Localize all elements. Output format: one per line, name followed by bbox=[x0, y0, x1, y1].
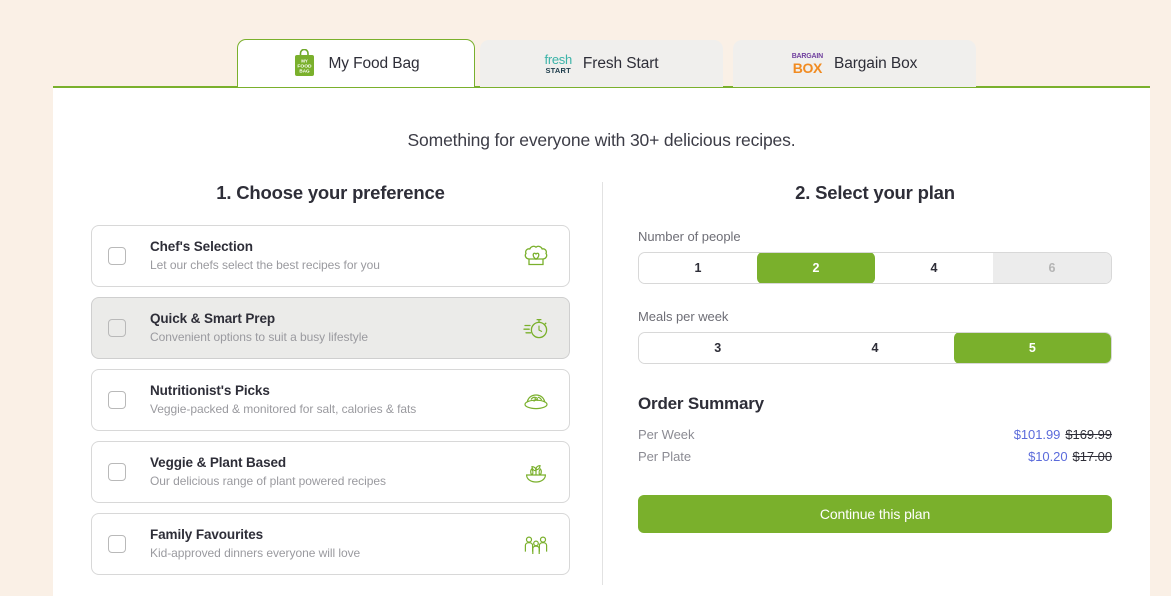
main-panel: Something for everyone with 30+ deliciou… bbox=[53, 86, 1150, 596]
preference-card-family-favourites[interactable]: Family Favourites Kid-approved dinners e… bbox=[91, 513, 570, 575]
chef-hat-heart-icon bbox=[521, 241, 551, 271]
preference-column: 1. Choose your preference Chef's Selecti… bbox=[53, 182, 602, 575]
preference-subtitle: Convenient options to suit a busy lifest… bbox=[150, 330, 368, 345]
preference-subtitle: Kid-approved dinners everyone will love bbox=[150, 546, 361, 561]
summary-price-was: $17.00 bbox=[1072, 449, 1113, 464]
preference-card-nutritionists-picks[interactable]: Nutritionist's Picks Veggie-packed & mon… bbox=[91, 369, 570, 431]
brand-tab-strip: MY FOOD BAG My Food Bag fresh START Fres… bbox=[0, 39, 1171, 87]
summary-prices: $101.99 $169.99 bbox=[1014, 427, 1112, 442]
preference-card-veggie-plant-based[interactable]: Veggie & Plant Based Our delicious range… bbox=[91, 441, 570, 503]
preference-checkbox[interactable] bbox=[108, 535, 126, 553]
meals-option-4[interactable]: 4 bbox=[796, 333, 954, 363]
preference-card-chefs-selection[interactable]: Chef's Selection Let our chefs select th… bbox=[91, 225, 570, 287]
fast-stopwatch-icon bbox=[521, 313, 551, 343]
people-option-2[interactable]: 2 bbox=[757, 253, 875, 283]
svg-text:BAG: BAG bbox=[300, 69, 311, 74]
preference-title: Veggie & Plant Based bbox=[150, 454, 287, 470]
bargain-box-logo-line2: BOX bbox=[792, 59, 823, 76]
tab-label: Bargain Box bbox=[833, 54, 918, 72]
meals-option-5[interactable]: 5 bbox=[953, 333, 1111, 363]
summary-row-per-week: Per Week $101.99 $169.99 bbox=[638, 427, 1112, 442]
order-summary-title: Order Summary bbox=[638, 394, 764, 413]
bargain-box-logo-line1: BARGAIN bbox=[791, 52, 823, 60]
summary-price-was: $169.99 bbox=[1065, 427, 1112, 442]
preference-title: Chef's Selection bbox=[150, 238, 253, 254]
preference-text: Nutritionist's Picks Veggie-packed & mon… bbox=[150, 383, 521, 418]
plan-column: 2. Select your plan Number of people 1 2… bbox=[602, 182, 1150, 575]
preference-checkbox[interactable] bbox=[108, 319, 126, 337]
preference-subtitle: Veggie-packed & monitored for salt, calo… bbox=[150, 402, 417, 417]
tab-bargain-box[interactable]: BARGAIN BOX Bargain Box bbox=[733, 40, 976, 87]
meals-option-3[interactable]: 3 bbox=[639, 333, 797, 363]
family-group-icon bbox=[521, 529, 551, 559]
bargain-box-logo-icon: BARGAIN BOX bbox=[792, 53, 823, 75]
preference-list: Chef's Selection Let our chefs select th… bbox=[91, 225, 570, 575]
page-root: MY FOOD BAG My Food Bag fresh START Fres… bbox=[0, 0, 1171, 596]
summary-prices: $10.20 $17.00 bbox=[1028, 449, 1112, 464]
summary-row-per-plate: Per Plate $10.20 $17.00 bbox=[638, 449, 1112, 464]
preference-checkbox[interactable] bbox=[108, 391, 126, 409]
people-option-6: 6 bbox=[993, 253, 1111, 283]
preference-text: Veggie & Plant Based Our delicious range… bbox=[150, 455, 521, 490]
people-option-1[interactable]: 1 bbox=[639, 253, 757, 283]
preference-checkbox[interactable] bbox=[108, 463, 126, 481]
preference-title: Family Favourites bbox=[150, 526, 264, 542]
fresh-start-logo-line1: fresh bbox=[544, 51, 573, 67]
preference-column-title: 1. Choose your preference bbox=[216, 182, 445, 203]
number-of-people-selector: 1 2 4 6 bbox=[638, 252, 1112, 284]
plant-bowl-icon bbox=[521, 457, 551, 487]
preference-title: Quick & Smart Prep bbox=[150, 310, 275, 326]
salad-plate-icon bbox=[521, 385, 551, 415]
tab-my-food-bag[interactable]: MY FOOD BAG My Food Bag bbox=[237, 39, 475, 87]
tab-fresh-start[interactable]: fresh START Fresh Start bbox=[480, 40, 723, 87]
preference-subtitle: Let our chefs select the best recipes fo… bbox=[150, 258, 380, 273]
summary-price-now: $101.99 bbox=[1013, 427, 1061, 442]
fresh-start-logo-line2: START bbox=[545, 65, 571, 75]
meals-per-week-selector: 3 4 5 bbox=[638, 332, 1112, 364]
preference-text: Quick & Smart Prep Convenient options to… bbox=[150, 311, 521, 346]
preference-text: Chef's Selection Let our chefs select th… bbox=[150, 239, 521, 274]
preference-checkbox[interactable] bbox=[108, 247, 126, 265]
people-option-4[interactable]: 4 bbox=[875, 253, 993, 283]
columns-wrapper: 1. Choose your preference Chef's Selecti… bbox=[53, 182, 1150, 585]
summary-label: Per Plate bbox=[638, 449, 692, 464]
plan-column-title: 2. Select your plan bbox=[795, 182, 955, 203]
tab-label: My Food Bag bbox=[328, 54, 420, 72]
preference-text: Family Favourites Kid-approved dinners e… bbox=[150, 527, 521, 562]
preference-title: Nutritionist's Picks bbox=[150, 382, 270, 398]
page-headline: Something for everyone with 30+ deliciou… bbox=[407, 130, 796, 150]
tab-label: Fresh Start bbox=[582, 54, 659, 72]
column-divider bbox=[602, 182, 603, 585]
number-of-people-label: Number of people bbox=[638, 229, 741, 244]
summary-label: Per Week bbox=[638, 427, 695, 442]
preference-card-quick-smart-prep[interactable]: Quick & Smart Prep Convenient options to… bbox=[91, 297, 570, 359]
fresh-start-logo-icon: fresh START bbox=[544, 51, 573, 75]
continue-this-plan-button[interactable]: Continue this plan bbox=[638, 495, 1112, 533]
svg-text:MY: MY bbox=[302, 59, 309, 64]
summary-price-now: $10.20 bbox=[1028, 449, 1068, 464]
preference-subtitle: Our delicious range of plant powered rec… bbox=[150, 474, 386, 489]
my-food-bag-logo-icon: MY FOOD BAG bbox=[295, 49, 315, 76]
meals-per-week-label: Meals per week bbox=[638, 309, 729, 324]
